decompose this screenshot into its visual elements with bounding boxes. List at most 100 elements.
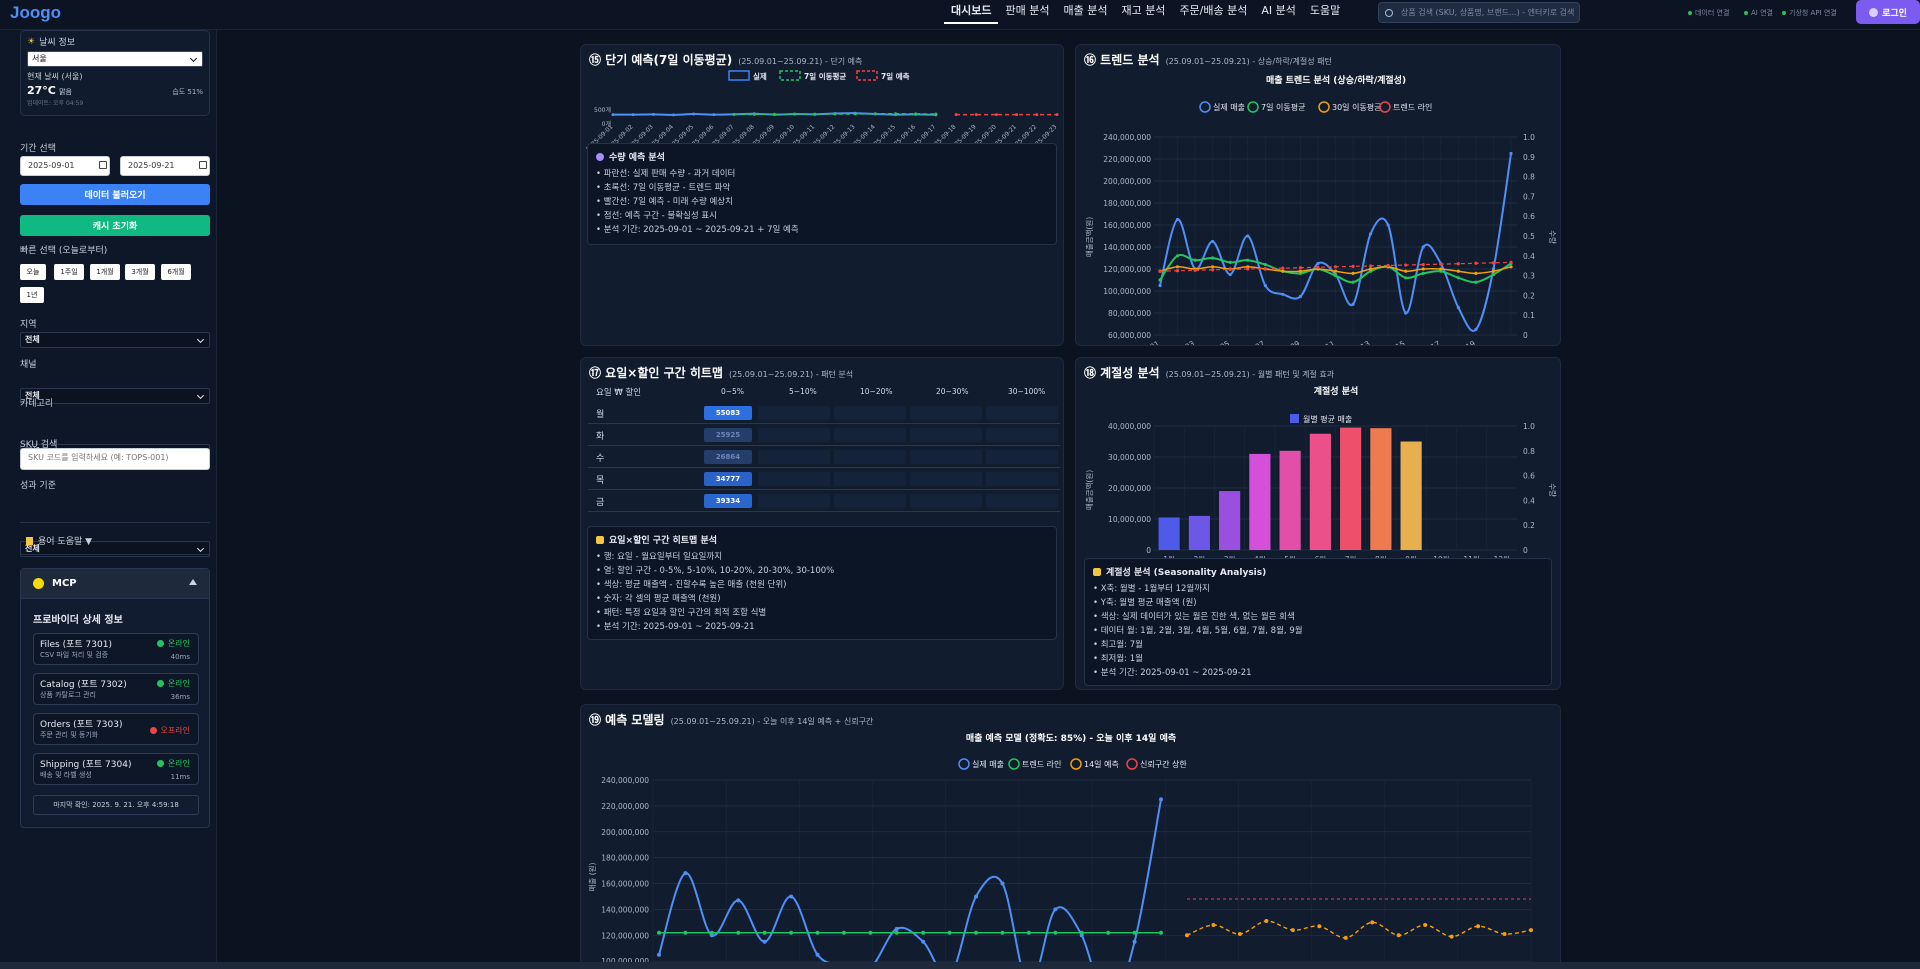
quick-1month-button[interactable]: 1개월 bbox=[90, 264, 120, 280]
panel-subtitle: (25.09.01~25.09.21) - 단기 예측 bbox=[738, 57, 863, 66]
collapse-icon[interactable] bbox=[189, 579, 197, 585]
data-point bbox=[1263, 263, 1267, 267]
heatmap-cell[interactable] bbox=[758, 450, 830, 464]
app-logo[interactable]: Joogo bbox=[10, 3, 61, 23]
quick-3month-button[interactable]: 3개월 bbox=[125, 264, 155, 280]
quick-1week-button[interactable]: 1주일 bbox=[54, 264, 84, 280]
provider-catalog[interactable]: Catalog (포트 7302) 상품 카탈로그 관리 온라인 36ms bbox=[33, 673, 199, 705]
nav-dashboard[interactable]: 대시보드 bbox=[944, 0, 999, 24]
nav-orders[interactable]: 주문/배송 분석 bbox=[1172, 0, 1254, 24]
data-point bbox=[974, 113, 978, 117]
chart-icon bbox=[596, 535, 604, 544]
panel-title-text: ⑲ 예측 모델링 bbox=[589, 713, 665, 727]
nav-ai[interactable]: AI 분석 bbox=[1254, 0, 1303, 24]
heatmap-cell[interactable] bbox=[986, 450, 1058, 464]
clear-cache-button[interactable]: 캐시 초기화 bbox=[20, 215, 210, 236]
heatmap-cell[interactable] bbox=[910, 472, 982, 486]
data-point bbox=[1175, 265, 1180, 269]
info-line: • X축: 월별 - 1월부터 12월까지 bbox=[1093, 584, 1210, 594]
login-button[interactable]: 로그인 bbox=[1856, 0, 1920, 24]
data-point bbox=[1509, 151, 1513, 156]
date-from-input[interactable]: 2025-09-01 bbox=[20, 156, 110, 176]
data-point bbox=[1158, 283, 1162, 288]
provider-shipping[interactable]: Shipping (포트 7304) 배송 및 라벨 생성 온라인 11ms bbox=[33, 753, 199, 785]
heatmap-day: 금 bbox=[596, 498, 605, 508]
heatmap-cell[interactable]: 55083 bbox=[704, 406, 752, 420]
y2-tick-label: 0.9 bbox=[1523, 153, 1535, 162]
data-point bbox=[947, 930, 952, 935]
heatmap-cell[interactable]: 39334 bbox=[704, 494, 752, 508]
nav-revenue[interactable]: 매출 분석 bbox=[1056, 0, 1114, 24]
bar bbox=[1219, 491, 1241, 550]
data-point bbox=[1211, 239, 1215, 244]
heatmap-cell[interactable]: 26864 bbox=[704, 450, 752, 464]
data-point bbox=[1421, 267, 1425, 271]
status-label: 오프라인 bbox=[160, 726, 190, 735]
legend-label: 트렌드 라인 bbox=[1393, 102, 1432, 112]
data-point bbox=[894, 112, 898, 116]
y-tick-label: 240,000,000 bbox=[1103, 133, 1151, 142]
y2-tick-label: 1.0 bbox=[1523, 133, 1535, 142]
chart-icon bbox=[1093, 567, 1101, 576]
legend-label: 트렌드 라인 bbox=[1022, 759, 1061, 769]
panel-subtitle: (25.09.01~25.09.21) - 오늘 이후 14일 예측 + 신뢰구… bbox=[670, 717, 874, 726]
heatmap-cell[interactable] bbox=[758, 472, 830, 486]
info-line: • 빨간선: 7일 예측 - 미래 수량 예상치 bbox=[596, 197, 733, 207]
calendar-icon[interactable] bbox=[199, 161, 207, 169]
bar bbox=[1279, 450, 1301, 550]
panel-title-text: ⑰ 요일×할인 구간 히트맵 bbox=[589, 366, 723, 380]
heatmap-cell[interactable] bbox=[910, 428, 982, 442]
heatmap-cell[interactable] bbox=[758, 428, 830, 442]
data-point bbox=[1529, 928, 1533, 933]
legend-swatch bbox=[1290, 414, 1299, 423]
legend-label: 실제 bbox=[753, 71, 767, 81]
heatmap-cell[interactable] bbox=[834, 428, 906, 442]
heatmap-cell[interactable] bbox=[986, 428, 1058, 442]
nav-help[interactable]: 도움말 bbox=[1303, 0, 1347, 24]
heatmap-cell[interactable] bbox=[986, 472, 1058, 486]
provider-orders[interactable]: Orders (포트 7303) 주문 관리 및 동기화 오프라인 bbox=[33, 713, 199, 745]
heatmap-cell[interactable] bbox=[834, 472, 906, 486]
city-select[interactable]: 서울 bbox=[27, 51, 203, 67]
heatmap-cell[interactable] bbox=[910, 494, 982, 508]
data-point bbox=[1491, 261, 1496, 265]
heatmap-cell[interactable] bbox=[910, 450, 982, 464]
sku-input[interactable]: SKU 코드를 입력하세요 (예: TOPS-001) bbox=[20, 448, 210, 470]
heatmap-cell[interactable] bbox=[986, 406, 1058, 420]
mcp-header[interactable]: MCP bbox=[21, 569, 209, 599]
nav-inventory[interactable]: 재고 분석 bbox=[1114, 0, 1172, 24]
x-tick-label: 2025-09-19 bbox=[1435, 339, 1477, 345]
quick-today-button[interactable]: 오늘 bbox=[20, 264, 46, 280]
main-nav: 대시보드 판매 분석 매출 분석 재고 분석 주문/배송 분석 AI 분석 도움… bbox=[944, 0, 1347, 30]
x-tick-label: 2025-09-03 bbox=[1154, 339, 1196, 345]
heatmap-cell[interactable] bbox=[834, 450, 906, 464]
heatmap-cell[interactable] bbox=[758, 494, 830, 508]
data-point bbox=[1351, 302, 1355, 306]
heatmap-cell[interactable] bbox=[910, 406, 982, 420]
nav-sales[interactable]: 판매 분석 bbox=[998, 0, 1056, 24]
heatmap-cell[interactable] bbox=[834, 494, 906, 508]
heatmap-cell[interactable]: 25925 bbox=[704, 428, 752, 442]
chart-title: 계절성 분석 bbox=[1314, 385, 1359, 397]
date-to-input[interactable]: 2025-09-21 bbox=[120, 156, 210, 176]
heatmap-cell[interactable]: 34777 bbox=[704, 472, 752, 486]
data-point bbox=[1369, 267, 1373, 271]
data-point bbox=[1509, 260, 1513, 264]
data-point bbox=[1317, 924, 1322, 929]
heatmap-cell[interactable] bbox=[834, 406, 906, 420]
search-input[interactable]: 상품 검색 (SKU, 상품명, 브랜드...) - 엔터키로 검색 bbox=[1378, 2, 1580, 23]
data-point bbox=[868, 930, 873, 935]
provider-files[interactable]: Files (포트 7301) CSV 파일 처리 및 검증 온라인 40ms bbox=[33, 633, 199, 665]
region-select[interactable]: 전체 bbox=[20, 332, 210, 348]
load-data-button[interactable]: 데이터 불러오기 bbox=[20, 184, 210, 205]
y-tick-label: 180,000,000 bbox=[601, 854, 649, 863]
heatmap-cell[interactable] bbox=[986, 494, 1058, 508]
quick-1year-button[interactable]: 1년 bbox=[20, 287, 44, 303]
quick-6month-button[interactable]: 6개월 bbox=[161, 264, 191, 280]
conn-label: 데이터 연결 bbox=[1695, 9, 1730, 17]
calendar-icon[interactable] bbox=[99, 161, 107, 169]
glossary-toggle[interactable]: 용어 도움말 ▼ bbox=[26, 534, 92, 547]
panel-short-forecast: ⑮ 단기 예측(7일 이동평균) (25.09.01~25.09.21) - 단기… bbox=[580, 44, 1064, 346]
heatmap-cell[interactable] bbox=[758, 406, 830, 420]
y-tick-label: 200,000,000 bbox=[1103, 177, 1151, 186]
